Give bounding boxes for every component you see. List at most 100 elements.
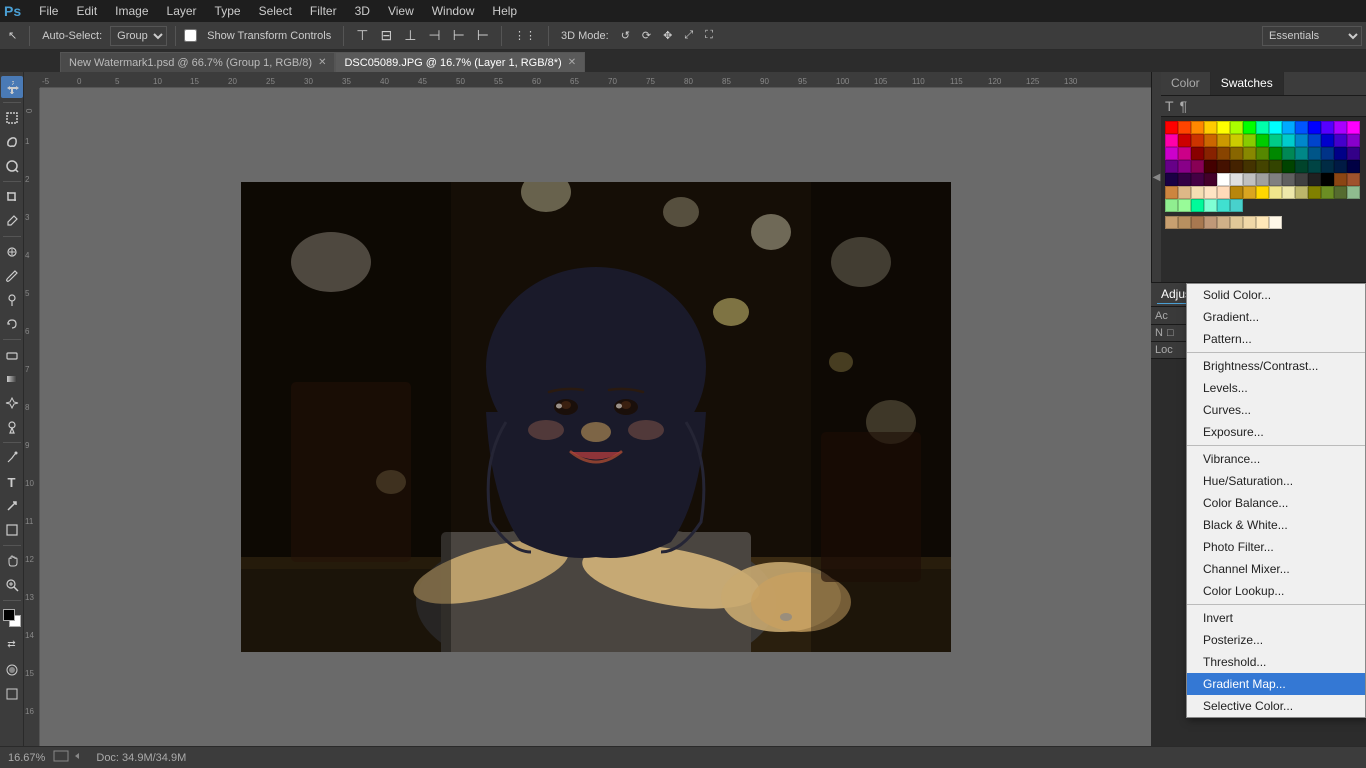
swatch-item[interactable] — [1178, 147, 1191, 160]
menu-item-brightness-contrast[interactable]: Brightness/Contrast... — [1187, 355, 1365, 377]
swatch-item[interactable] — [1282, 160, 1295, 173]
blur-tool[interactable] — [1, 392, 23, 414]
swatch-item[interactable] — [1204, 121, 1217, 134]
swatch-item[interactable] — [1347, 160, 1360, 173]
swatch-item[interactable] — [1347, 121, 1360, 134]
3d-orbit-icon[interactable]: ↺ — [617, 27, 634, 44]
swatch-item[interactable] — [1191, 186, 1204, 199]
swatch-item[interactable] — [1204, 199, 1217, 212]
3d-scale-icon[interactable]: ⛶ — [701, 27, 717, 44]
swatch-item[interactable] — [1321, 121, 1334, 134]
swatch-item[interactable] — [1178, 121, 1191, 134]
swatch-item[interactable] — [1308, 186, 1321, 199]
crop-tool[interactable] — [1, 186, 23, 208]
color-panel-tab[interactable]: Color — [1161, 72, 1211, 95]
swatch-item[interactable] — [1321, 173, 1334, 186]
swatch-item[interactable] — [1308, 121, 1321, 134]
panel-menu-icon[interactable]: T — [1165, 98, 1174, 114]
swatch-item[interactable] — [1191, 121, 1204, 134]
menu-window[interactable]: Window — [424, 2, 483, 20]
swatch-item[interactable] — [1191, 216, 1204, 229]
swatch-item[interactable] — [1295, 160, 1308, 173]
menu-item-posterize[interactable]: Posterize... — [1187, 629, 1365, 651]
quick-select-tool[interactable] — [1, 155, 23, 177]
tab-watermark-close[interactable]: ✕ — [318, 57, 326, 68]
swatch-item[interactable] — [1334, 121, 1347, 134]
swatch-item[interactable] — [1230, 147, 1243, 160]
menu-item-exposure[interactable]: Exposure... — [1187, 421, 1365, 443]
tab-dsc[interactable]: DSC05089.JPG @ 16.7% (Layer 1, RGB/8*) ✕ — [335, 52, 585, 72]
auto-select-dropdown[interactable]: Group Layer — [110, 26, 167, 46]
3d-roll-icon[interactable]: ⟳ — [638, 27, 655, 44]
swatch-item[interactable] — [1191, 134, 1204, 147]
screen-mode-button[interactable] — [1, 683, 23, 705]
dodge-tool[interactable] — [1, 416, 23, 438]
menu-item-channel-mixer[interactable]: Channel Mixer... — [1187, 558, 1365, 580]
swatch-item[interactable] — [1269, 134, 1282, 147]
swatch-item[interactable] — [1165, 186, 1178, 199]
swatch-item[interactable] — [1256, 173, 1269, 186]
swatch-item[interactable] — [1295, 173, 1308, 186]
menu-item-black-white[interactable]: Black & White... — [1187, 514, 1365, 536]
gradient-tool[interactable] — [1, 368, 23, 390]
3d-drag-icon[interactable]: ✥ — [659, 27, 676, 44]
swatch-item[interactable] — [1243, 160, 1256, 173]
swatch-item[interactable] — [1165, 173, 1178, 186]
swatch-item[interactable] — [1204, 134, 1217, 147]
swatch-item[interactable] — [1178, 199, 1191, 212]
swatch-item[interactable] — [1282, 121, 1295, 134]
eraser-tool[interactable] — [1, 344, 23, 366]
swatch-item[interactable] — [1269, 216, 1282, 229]
swatch-item[interactable] — [1347, 147, 1360, 160]
swatch-item[interactable] — [1178, 186, 1191, 199]
swatch-item[interactable] — [1295, 147, 1308, 160]
menu-file[interactable]: File — [31, 2, 66, 20]
swatch-item[interactable] — [1165, 147, 1178, 160]
menu-item-color-lookup[interactable]: Color Lookup... — [1187, 580, 1365, 602]
swatch-item[interactable] — [1256, 160, 1269, 173]
tab-watermark[interactable]: New Watermark1.psd @ 66.7% (Group 1, RGB… — [60, 52, 335, 72]
menu-help[interactable]: Help — [484, 2, 525, 20]
menu-item-solid-color[interactable]: Solid Color... — [1187, 284, 1365, 306]
swatch-item[interactable] — [1243, 147, 1256, 160]
swatch-item[interactable] — [1204, 147, 1217, 160]
swatch-item[interactable] — [1230, 186, 1243, 199]
swatch-item[interactable] — [1204, 160, 1217, 173]
align-bottom-icon[interactable]: ⊥ — [400, 25, 420, 46]
menu-filter[interactable]: Filter — [302, 2, 345, 20]
swatches-panel-tab[interactable]: Swatches — [1211, 72, 1284, 95]
switch-colors-button[interactable]: ⇄ — [1, 633, 23, 655]
path-selection-tool[interactable] — [1, 495, 23, 517]
swatch-item[interactable] — [1321, 134, 1334, 147]
swatch-item[interactable] — [1230, 160, 1243, 173]
swatch-item[interactable] — [1191, 199, 1204, 212]
align-left-icon[interactable]: ⊣ — [424, 25, 444, 46]
swatch-item[interactable] — [1230, 173, 1243, 186]
menu-item-levels[interactable]: Levels... — [1187, 377, 1365, 399]
swatch-item[interactable] — [1256, 121, 1269, 134]
history-tool[interactable] — [1, 313, 23, 335]
panel-collapse-handle[interactable]: ◀ — [1151, 72, 1161, 282]
swatch-item[interactable] — [1269, 160, 1282, 173]
swatch-item[interactable] — [1269, 186, 1282, 199]
swatch-item[interactable] — [1334, 173, 1347, 186]
swatch-item[interactable] — [1334, 147, 1347, 160]
swatch-item[interactable] — [1178, 160, 1191, 173]
swatch-item[interactable] — [1165, 121, 1178, 134]
swatch-item[interactable] — [1256, 147, 1269, 160]
swatch-item[interactable] — [1256, 186, 1269, 199]
swatch-item[interactable] — [1334, 160, 1347, 173]
swatch-item[interactable] — [1178, 173, 1191, 186]
swatch-item[interactable] — [1165, 134, 1178, 147]
shape-tool[interactable] — [1, 519, 23, 541]
swatch-item[interactable] — [1217, 216, 1230, 229]
clone-tool[interactable] — [1, 289, 23, 311]
workspace-dropdown[interactable]: Essentials — [1262, 26, 1362, 46]
swatch-item[interactable] — [1282, 186, 1295, 199]
swatch-item[interactable] — [1321, 186, 1334, 199]
hand-tool[interactable] — [1, 550, 23, 572]
menu-3d[interactable]: 3D — [347, 2, 378, 20]
swatch-item[interactable] — [1269, 173, 1282, 186]
lasso-tool[interactable] — [1, 131, 23, 153]
swatch-item[interactable] — [1230, 134, 1243, 147]
